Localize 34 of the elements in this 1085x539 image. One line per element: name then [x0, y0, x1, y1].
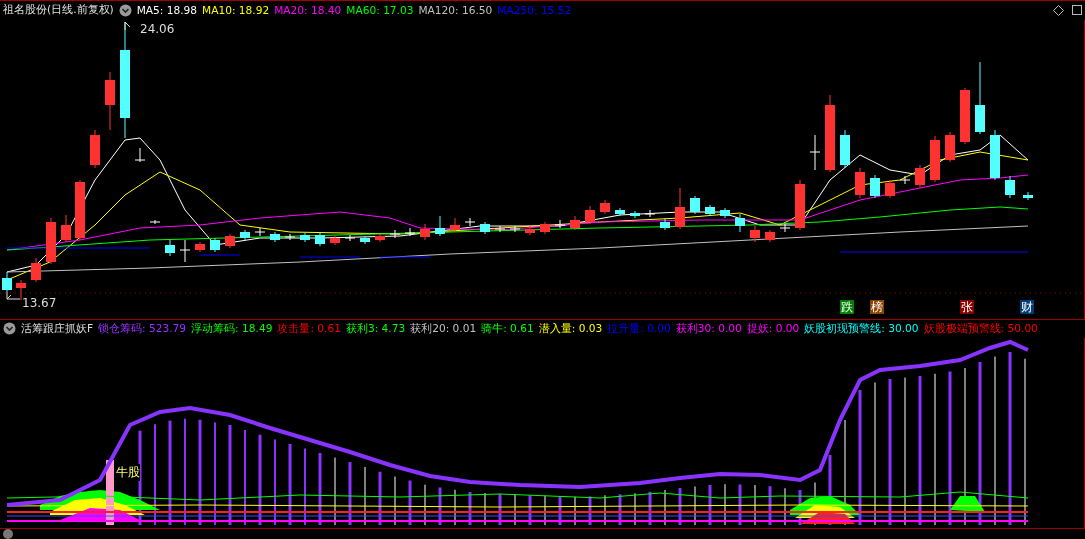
- indicator-value: 浮动筹码: 18.49: [191, 321, 273, 336]
- indicator-value: 获利30: 0.00: [675, 321, 742, 336]
- indicator-value: 妖股初现预警线: 30.00: [804, 321, 919, 336]
- ma-value: MA10: 18.92: [202, 4, 270, 17]
- chart-title: 祖名股份(日线.前复权): [3, 3, 114, 18]
- indicator-area: [950, 496, 985, 512]
- high-price-label: 24.06: [140, 21, 175, 36]
- indicator-value: 攻击量: 0.61: [277, 321, 341, 336]
- signal-badge: 跌: [840, 299, 854, 314]
- indicator-title: 活筹跟庄抓妖F: [21, 321, 94, 336]
- square-icon[interactable]: [1072, 5, 1082, 16]
- low-price-label: 13.67: [22, 295, 57, 310]
- indicator-value: 捉妖: 0.00: [746, 321, 800, 336]
- ma-value: MA250: 15.52: [497, 4, 572, 17]
- pointer-arrow: [6, 291, 21, 299]
- ma-value: MA5: 18.98: [136, 4, 198, 17]
- ma-value: MA20: 18.40: [274, 4, 342, 17]
- ma-value: MA120: 16.50: [418, 4, 493, 17]
- highlight-bar: [106, 460, 114, 525]
- diamond-icon[interactable]: [1053, 4, 1064, 16]
- indicator-value: 获利20: 0.01: [410, 321, 477, 336]
- signal-badge: 张: [960, 299, 974, 314]
- indicator-value: 锁仓筹码: 523.79: [98, 321, 187, 336]
- indicator-value: 获利3: 4.73: [345, 321, 406, 336]
- indicator-area: [800, 512, 855, 524]
- indicator-value: 拉升量: 0.00: [607, 321, 671, 336]
- signal-badge: 财: [1020, 299, 1034, 314]
- indicator-value: 妖股极端预警线: 50.00: [923, 321, 1038, 336]
- pointer-arrow: [124, 21, 131, 30]
- indicator-value: 骑牛: 0.61: [481, 321, 534, 336]
- ma-value: MA60: 17.03: [346, 4, 414, 17]
- signal-badge: 榜: [870, 299, 884, 314]
- stock-marker-label: 牛股: [116, 464, 140, 481]
- indicator-value: 潜入量: 0.03: [538, 321, 603, 336]
